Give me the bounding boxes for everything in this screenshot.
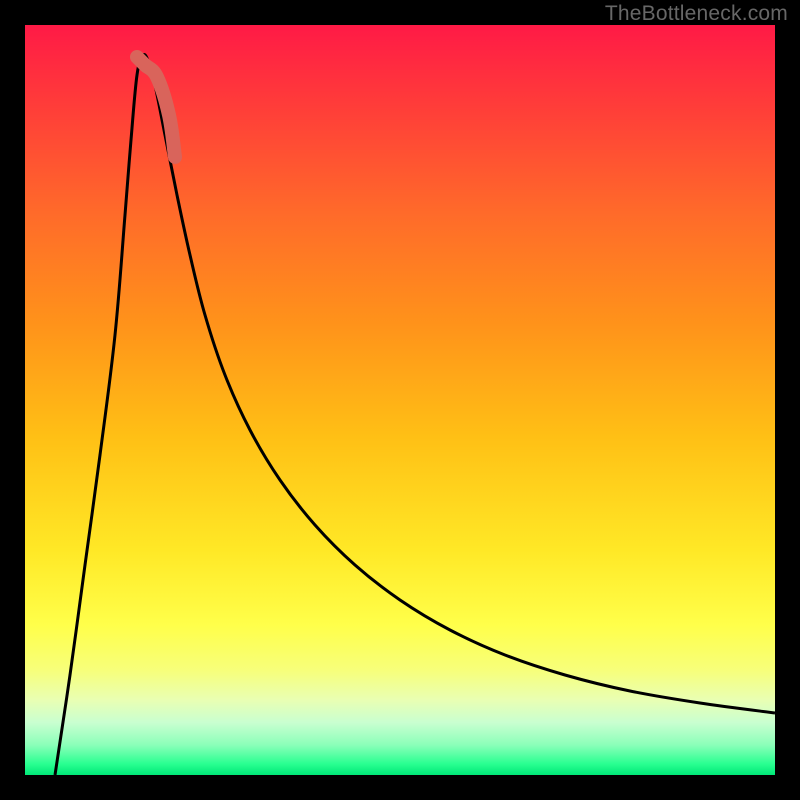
watermark-text: TheBottleneck.com (605, 2, 788, 26)
gradient-background (25, 25, 775, 775)
chart-svg (25, 25, 775, 775)
chart-frame: TheBottleneck.com (0, 0, 800, 800)
plot-area (25, 25, 775, 775)
